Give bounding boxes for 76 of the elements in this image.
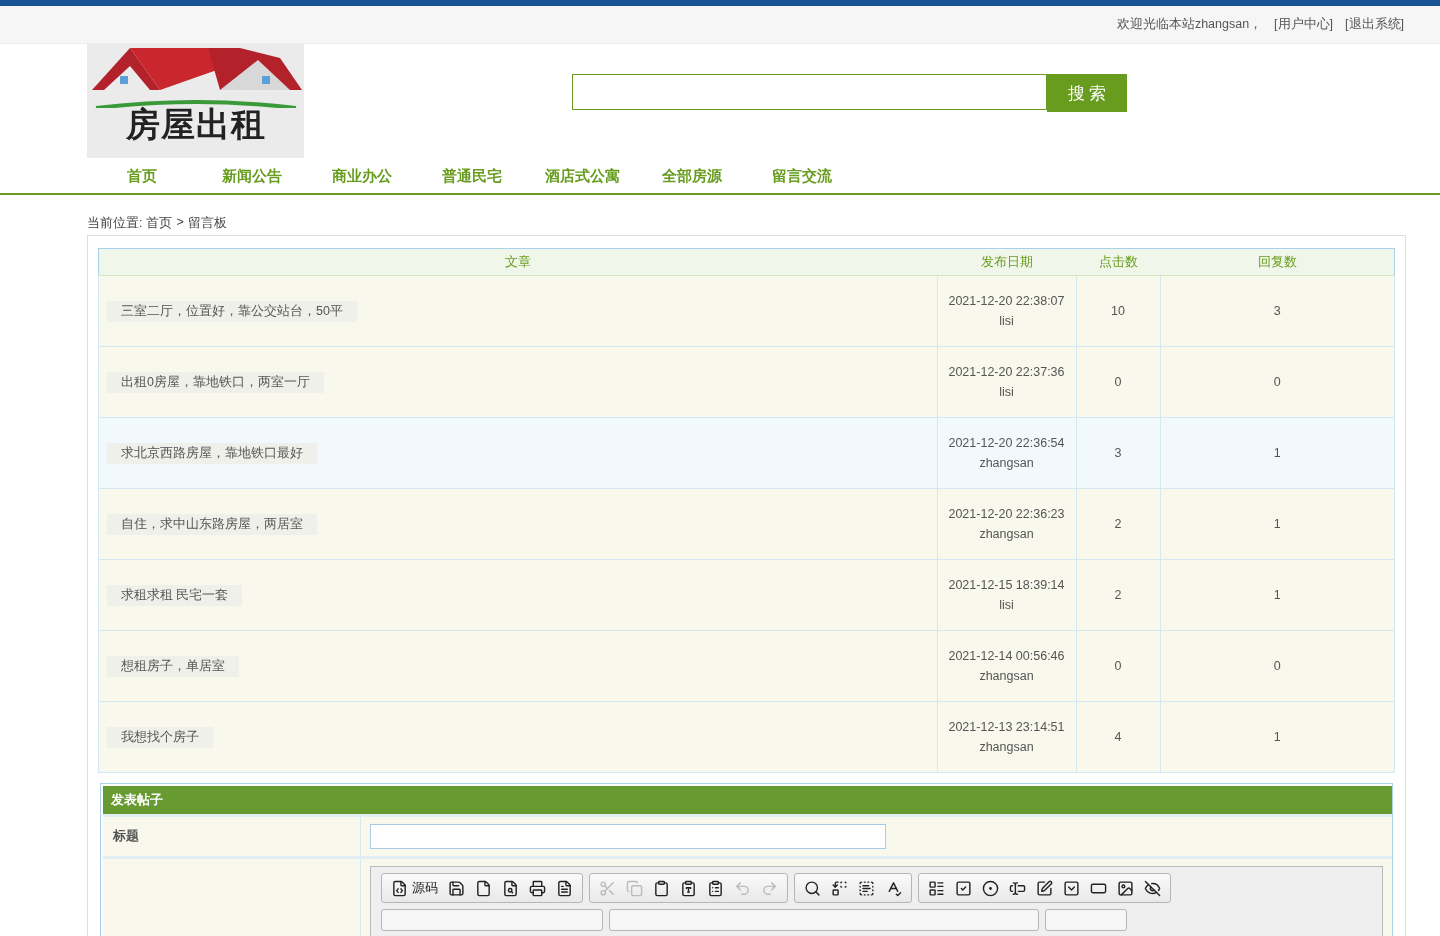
post-date: 2021-12-20 22:37:36 <box>947 364 1066 381</box>
print-icon <box>529 879 546 897</box>
top-link[interactable]: [退出系统] <box>1345 16 1404 33</box>
click-count: 3 <box>1114 446 1122 460</box>
click-count: 0 <box>1114 659 1122 673</box>
reply-count: 0 <box>1273 659 1281 673</box>
column-header: 文章 <box>98 248 937 276</box>
source-button[interactable]: 源码 <box>388 879 441 897</box>
title-input[interactable] <box>370 824 886 849</box>
form-heading: 发表帖子 <box>103 786 1392 814</box>
document-icon <box>556 879 573 897</box>
post-author: lisi <box>998 384 1015 401</box>
welcome-text: 欢迎光临本站zhangsan， <box>1116 16 1263 33</box>
reply-count: 3 <box>1273 304 1281 318</box>
post-date: 2021-12-20 22:36:23 <box>947 506 1066 523</box>
hidden-field-icon <box>1144 879 1161 897</box>
post-title-link[interactable]: 三室二厅，位置好，靠公交站台，50平 <box>107 300 357 322</box>
paste-icon <box>653 879 670 897</box>
post-author: zhangsan <box>978 526 1035 543</box>
breadcrumb-label: 当前位置: <box>87 215 143 232</box>
source-code-icon <box>391 879 408 897</box>
breadcrumb-separator: > <box>176 215 184 231</box>
click-count: 2 <box>1114 517 1122 531</box>
paste-text-icon <box>680 879 697 897</box>
form-icon <box>928 879 945 897</box>
blank-page-icon <box>475 879 492 897</box>
image-icon <box>1117 879 1134 897</box>
breadcrumb-current: 留言板 <box>187 215 227 232</box>
save-icon <box>448 879 465 897</box>
click-count: 4 <box>1114 730 1122 744</box>
logo-text: 房屋出租 <box>125 104 266 144</box>
replace-icon <box>831 879 848 897</box>
reply-count: 1 <box>1273 517 1281 531</box>
checkbox-icon <box>955 879 972 897</box>
radio-icon <box>982 879 999 897</box>
search-field[interactable] <box>572 74 1047 110</box>
post-title-link[interactable]: 出租0房屋，靠地铁口，两室一厅 <box>107 371 324 393</box>
preview-icon <box>502 879 519 897</box>
column-header: 点击数 <box>1076 248 1160 276</box>
title-label: 标题 <box>113 828 139 843</box>
post-title-link[interactable]: 求北京西路房屋，靠地铁口最好 <box>107 442 317 464</box>
search-icon <box>804 879 821 897</box>
reply-count: 0 <box>1273 375 1281 389</box>
post-author: lisi <box>998 313 1015 330</box>
post-author: zhangsan <box>978 739 1035 756</box>
post-author: zhangsan <box>978 455 1035 472</box>
redo-icon <box>761 879 778 897</box>
paste-list-icon <box>707 879 724 897</box>
breadcrumb-link[interactable]: 首页 <box>146 215 173 235</box>
post-date: 2021-12-13 23:14:51 <box>947 719 1066 736</box>
post-title-link[interactable]: 求租求租 民宅一套 <box>107 584 243 606</box>
post-title-link[interactable]: 我想找个房子 <box>107 726 213 748</box>
post-title-link[interactable]: 想租房子，单居室 <box>107 655 239 677</box>
click-count: 2 <box>1114 588 1122 602</box>
column-header: 回复数 <box>1160 248 1395 276</box>
dropdown-icon <box>1063 879 1080 897</box>
click-count: 10 <box>1111 304 1125 318</box>
reply-count: 1 <box>1273 446 1281 460</box>
text-area-icon <box>1036 879 1053 897</box>
post-date: 2021-12-14 00:56:46 <box>947 648 1066 665</box>
reply-count: 1 <box>1273 588 1281 602</box>
post-date: 2021-12-20 22:38:07 <box>947 293 1066 310</box>
top-link[interactable]: [用户中心] <box>1274 16 1334 33</box>
undo-icon <box>734 879 751 897</box>
post-author: lisi <box>998 597 1015 614</box>
post-date: 2021-12-20 22:36:54 <box>947 435 1066 452</box>
post-title-link[interactable]: 自住，求中山东路房屋，两居室 <box>107 513 317 535</box>
text-field-icon <box>1009 879 1026 897</box>
click-count: 0 <box>1114 375 1122 389</box>
cut-icon <box>599 879 616 897</box>
post-author: zhangsan <box>978 668 1035 685</box>
column-header: 发布日期 <box>937 248 1076 276</box>
reply-count: 1 <box>1273 730 1281 744</box>
copy-icon <box>626 879 643 897</box>
post-date: 2021-12-15 18:39:14 <box>947 577 1066 594</box>
select-all-icon <box>858 879 875 897</box>
